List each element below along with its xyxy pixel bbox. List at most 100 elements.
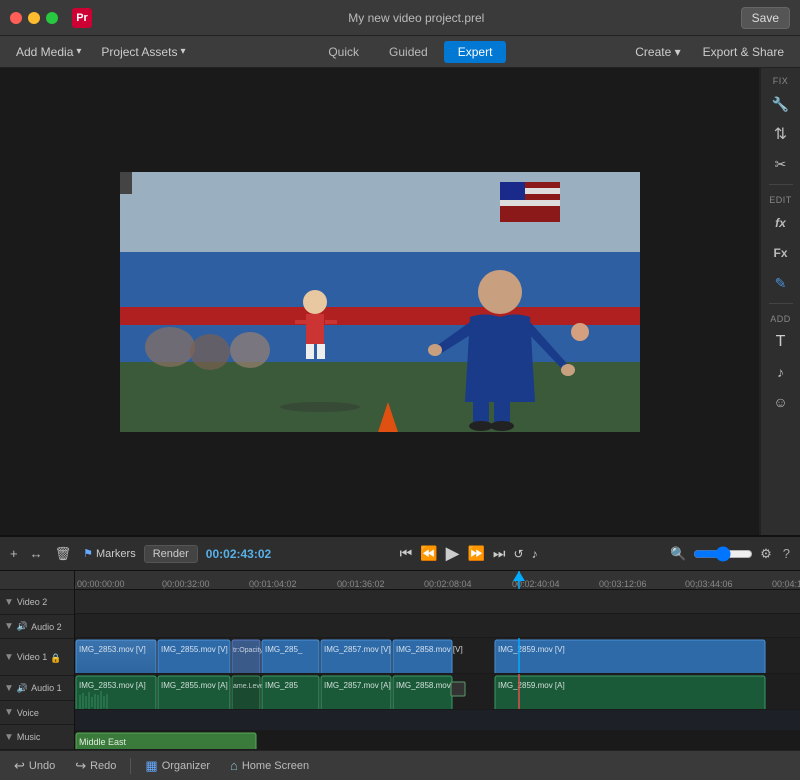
settings-button[interactable]: ⚙ xyxy=(756,544,776,564)
music-icon-btn[interactable]: ♪ xyxy=(765,358,797,386)
fx-lower-icon: fx xyxy=(775,216,786,230)
mode-tabs: Quick Guided Expert xyxy=(314,41,506,63)
music-clips: Middle East xyxy=(75,731,800,750)
move-tool-button[interactable]: ↔ xyxy=(26,544,47,563)
help-button[interactable]: ? xyxy=(779,544,794,563)
text-icon: T xyxy=(776,333,786,351)
audio1-clips: IMG_2853.mov [A] IMG_2855.mov [A] ame.Le… xyxy=(75,674,800,710)
minimize-button[interactable] xyxy=(28,12,40,24)
svg-text:00:03:12:06: 00:03:12:06 xyxy=(599,579,647,589)
render-button[interactable]: Render xyxy=(144,545,198,563)
svg-text:IMG_2858.mov [V]: IMG_2858.mov [V] xyxy=(396,645,463,654)
export-share-button[interactable]: Export & Share xyxy=(695,41,792,63)
step-back-button[interactable]: ⏪ xyxy=(417,543,440,564)
track-row-music[interactable]: Middle East xyxy=(75,731,800,750)
right-panel: FIX 🔧 ⇅ ✂ EDIT fx Fx ✎ ADD T ♪ ☺ xyxy=(760,68,800,535)
video-preview xyxy=(120,172,640,432)
play-button[interactable]: ▶ xyxy=(443,541,463,566)
svg-text:ame.Level: ame.Level xyxy=(233,683,266,690)
smiley-icon: ☺ xyxy=(773,394,787,410)
organizer-icon: ▦ xyxy=(145,758,157,774)
crop-icon: ✂ xyxy=(775,156,787,173)
add-track-button[interactable]: + xyxy=(6,544,22,563)
svg-text:00:03:44:06: 00:03:44:06 xyxy=(685,579,733,589)
skip-to-start-button[interactable]: ⏮ xyxy=(397,543,416,564)
svg-text:IMG_2855.mov [A]: IMG_2855.mov [A] xyxy=(161,681,228,690)
markers-label: ⚑ Markers xyxy=(83,547,136,560)
adjust-icon-btn[interactable]: ⇅ xyxy=(765,120,797,148)
step-forward-button[interactable]: ⏩ xyxy=(464,543,487,564)
pencil-icon-btn[interactable]: ✎ xyxy=(765,269,797,297)
svg-text:00:00:00:00: 00:00:00:00 xyxy=(77,579,125,589)
track-row-video1[interactable]: IMG_2853.mov [V] IMG_2855.mov [V] tr:Opa… xyxy=(75,638,800,674)
track-row-audio1[interactable]: IMG_2853.mov [A] IMG_2855.mov [A] ame.Le… xyxy=(75,674,800,710)
svg-text:00:01:36:02: 00:01:36:02 xyxy=(337,579,385,589)
pencil-icon: ✎ xyxy=(775,275,787,292)
panel-divider-2 xyxy=(769,303,793,304)
tab-expert[interactable]: Expert xyxy=(444,41,507,63)
sliders-icon: ⇅ xyxy=(774,124,787,144)
time-ruler: 00:00:00:00 00:00:32:00 00:01:04:02 00:0… xyxy=(75,571,800,590)
track-label-audio2: ▼ 🔊 Audio 2 xyxy=(0,615,74,640)
tab-quick[interactable]: Quick xyxy=(314,41,373,63)
save-button[interactable]: Save xyxy=(741,7,790,29)
project-assets-button[interactable]: Project Assets ▾ xyxy=(93,41,193,63)
bottom-bar: ↩ Undo ↪ Redo ▦ Organizer ⌂ Home Screen xyxy=(0,750,800,780)
ruler-svg: 00:00:00:00 00:00:32:00 00:01:04:02 00:0… xyxy=(75,571,800,590)
close-button[interactable] xyxy=(10,12,22,24)
home-icon: ⌂ xyxy=(230,758,238,773)
home-screen-button[interactable]: ⌂ Home Screen xyxy=(224,756,315,775)
fx-upper-icon-btn[interactable]: Fx xyxy=(765,239,797,267)
zoom-out-button[interactable]: 🔍 xyxy=(666,544,690,564)
svg-text:00:01:04:02: 00:01:04:02 xyxy=(249,579,297,589)
bottom-divider-1 xyxy=(130,758,131,774)
loop-button[interactable]: ↺ xyxy=(511,545,527,563)
svg-text:Middle East: Middle East xyxy=(79,737,127,747)
fx-lower-icon-btn[interactable]: fx xyxy=(765,209,797,237)
track-content: 00:00:00:00 00:00:32:00 00:01:04:02 00:0… xyxy=(75,571,800,750)
video-frame xyxy=(120,172,640,432)
fx-upper-icon: Fx xyxy=(773,246,787,260)
main-content: FIX 🔧 ⇅ ✂ EDIT fx Fx ✎ ADD T ♪ ☺ xyxy=(0,68,800,535)
svg-text:IMG_2855.mov [V]: IMG_2855.mov [V] xyxy=(161,645,228,654)
add-media-button[interactable]: Add Media ▾ xyxy=(8,41,89,63)
crop-icon-btn[interactable]: ✂ xyxy=(765,150,797,178)
panel-divider-1 xyxy=(769,184,793,185)
marker-icon: ⚑ xyxy=(83,547,93,560)
svg-text:IMG_2859.mov [A]: IMG_2859.mov [A] xyxy=(498,681,565,690)
emoji-icon-btn[interactable]: ☺ xyxy=(765,388,797,416)
track-row-audio2 xyxy=(75,614,800,638)
timeline-area: + ↔ 🗑 ⚑ Markers Render 00:02:43:02 ⏮ ⏪ ▶… xyxy=(0,535,800,750)
project-name: My new video project.prel xyxy=(92,11,741,25)
audio2-mute-icon[interactable]: 🔊 xyxy=(17,621,28,632)
add-label: ADD xyxy=(770,314,791,324)
zoom-slider[interactable] xyxy=(693,546,753,562)
organizer-button[interactable]: ▦ Organizer xyxy=(139,756,216,776)
track-labels: ▼ Video 2 ▼ 🔊 Audio 2 ▼ Video 1 🔒 ▼ 🔊 Au… xyxy=(0,571,75,750)
text-icon-btn[interactable]: T xyxy=(765,328,797,356)
redo-button[interactable]: ↪ Redo xyxy=(69,756,122,776)
skip-to-end-button[interactable]: ⏭ xyxy=(490,543,509,564)
svg-text:IMG_2859.mov [V]: IMG_2859.mov [V] xyxy=(498,645,565,654)
titlebar: Pr My new video project.prel Save xyxy=(0,0,800,36)
video1-clips: IMG_2853.mov [V] IMG_2855.mov [V] tr:Opa… xyxy=(75,638,800,674)
svg-text:IMG_2857.mov [V]: IMG_2857.mov [V] xyxy=(324,645,391,654)
undo-icon: ↩ xyxy=(14,758,25,774)
toolbar: Add Media ▾ Project Assets ▾ Quick Guide… xyxy=(0,36,800,68)
edit-label: EDIT xyxy=(769,195,792,205)
video1-lock-icon[interactable]: 🔒 xyxy=(50,653,61,663)
audio1-mute-icon[interactable]: 🔊 xyxy=(17,683,28,694)
timecode-display: 00:02:43:02 xyxy=(206,547,271,561)
toolbar-right: Create ▾ Export & Share xyxy=(627,41,792,63)
delete-button[interactable]: 🗑 xyxy=(51,544,76,564)
wrench-icon-btn[interactable]: 🔧 xyxy=(765,90,797,118)
tab-guided[interactable]: Guided xyxy=(375,41,442,63)
create-button[interactable]: Create ▾ xyxy=(627,41,688,63)
svg-text:00:00:32:00: 00:00:32:00 xyxy=(162,579,210,589)
wrench-icon: 🔧 xyxy=(772,96,789,113)
maximize-button[interactable] xyxy=(46,12,58,24)
undo-button[interactable]: ↩ Undo xyxy=(8,756,61,776)
timeline-right-icons: 🔍 ⚙ ? xyxy=(666,544,794,564)
timeline-tracks: ▼ Video 2 ▼ 🔊 Audio 2 ▼ Video 1 🔒 ▼ 🔊 Au… xyxy=(0,571,800,750)
audio-button[interactable]: ♪ xyxy=(529,545,541,563)
